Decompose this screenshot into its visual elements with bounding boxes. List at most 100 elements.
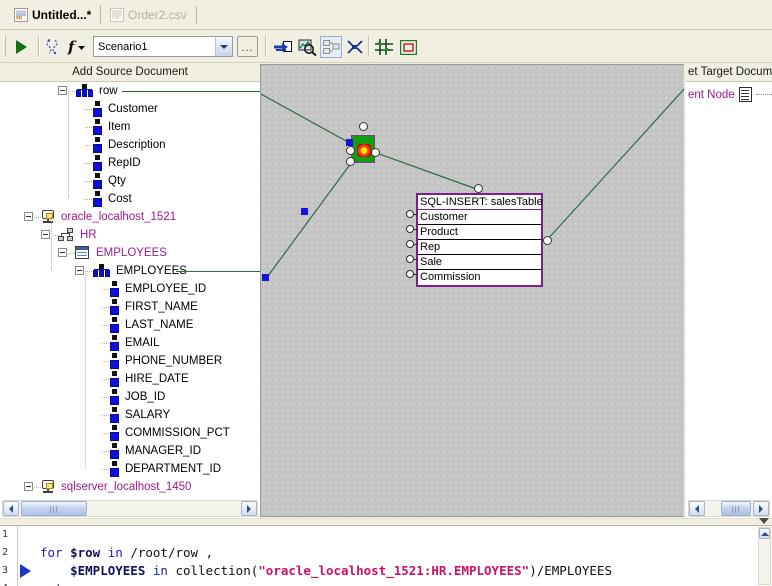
source-tree-hscrollbar[interactable] — [2, 500, 258, 517]
tree-item-customer[interactable]: Customer — [23, 100, 260, 118]
collapse-node-button[interactable] — [344, 36, 366, 58]
tree-item-last-name[interactable]: LAST_NAME — [23, 316, 260, 334]
scenario-browse-button[interactable]: ... — [237, 36, 258, 57]
tree-expander-icon[interactable] — [58, 86, 67, 95]
editor-code-line[interactable]: return — [40, 580, 772, 586]
target-hscroll-thumb[interactable] — [721, 501, 751, 516]
zoom-region-button[interactable] — [397, 36, 419, 58]
link-waypoint-2[interactable] — [262, 274, 269, 281]
tree-item-department-id[interactable]: DEPARTMENT_ID — [23, 460, 260, 478]
tree-item-repid[interactable]: RepID — [23, 154, 260, 172]
editor-line-number: 2 — [2, 544, 16, 562]
tree-item-manager-id[interactable]: MANAGER_ID — [23, 442, 260, 460]
sql-output-port[interactable] — [543, 236, 552, 245]
node-output-port[interactable] — [371, 148, 380, 157]
tree-expander-icon[interactable] — [41, 230, 50, 239]
editor-code-line[interactable] — [40, 526, 772, 544]
inspect-mapping-button[interactable] — [296, 36, 318, 58]
tree-item-email[interactable]: EMAIL — [23, 334, 260, 352]
target-document-node[interactable]: ent Node — [688, 87, 772, 102]
sql-port-sale[interactable] — [406, 255, 414, 263]
sql-field-row[interactable]: Rep — [418, 240, 541, 255]
node-input-port-2[interactable] — [346, 157, 355, 166]
sql-field-row[interactable]: Sale — [418, 255, 541, 270]
hscroll-left-button[interactable] — [3, 501, 19, 516]
target-hscroll-left-button[interactable] — [689, 501, 705, 516]
function-button[interactable]: f — [66, 36, 88, 58]
hscroll-thumb[interactable] — [21, 501, 87, 516]
sql-field-row[interactable]: Product — [418, 225, 541, 240]
element-node-icon — [109, 389, 119, 405]
tree-item-employees[interactable]: EMPLOYEES — [23, 262, 260, 280]
scenario-combo[interactable]: Scenario1 — [93, 36, 233, 57]
sql-port-rep[interactable] — [406, 240, 414, 248]
sql-port-customer[interactable] — [406, 210, 414, 218]
toolbar-grip[interactable] — [3, 35, 6, 57]
sql-field-row[interactable]: Customer — [418, 210, 541, 225]
tree-item-hr[interactable]: HR — [23, 226, 260, 244]
auto-map-button[interactable] — [320, 36, 342, 58]
tree-item-row[interactable]: row — [23, 82, 260, 100]
collapse-down-icon[interactable] — [759, 518, 769, 524]
node-handle-nw[interactable] — [346, 139, 353, 146]
tree-item-job-id[interactable]: JOB_ID — [23, 388, 260, 406]
tab-order2-csv[interactable]: csv Order2.csv — [104, 3, 193, 27]
tree-expander-icon[interactable] — [24, 212, 33, 221]
tree-guide — [102, 343, 109, 344]
sql-port-product[interactable] — [406, 225, 414, 233]
tree-item-hire-date[interactable]: HIRE_DATE — [23, 370, 260, 388]
tree-item-description[interactable]: Description — [23, 136, 260, 154]
tree-item-item[interactable]: Item — [23, 118, 260, 136]
tree-item-label: PHONE_NUMBER — [125, 355, 222, 367]
tree-guide — [34, 487, 41, 488]
editor-splitter[interactable] — [0, 518, 772, 525]
xquery-code-editor[interactable]: 1234 for $row in /root/row , $EMPLOYEES … — [0, 525, 772, 586]
debug-button[interactable] — [42, 36, 64, 58]
source-panel-header[interactable]: Add Source Document — [0, 63, 260, 82]
target-hscroll-right-button[interactable] — [753, 501, 769, 516]
target-panel-header[interactable]: et Target Docume — [686, 63, 772, 82]
tree-item-oracle-localhost-1521[interactable]: oracle_localhost_1521 — [23, 208, 260, 226]
mapping-canvas[interactable]: SQL-INSERT: salesTable Customer Product … — [260, 64, 685, 517]
code-token: /root/row , — [130, 545, 213, 560]
tree-expander-icon[interactable] — [58, 248, 67, 257]
node-input-port-1[interactable] — [346, 146, 355, 155]
tree-item-phone-number[interactable]: PHONE_NUMBER — [23, 352, 260, 370]
code-token: $row — [70, 545, 108, 560]
editor-vscrollbar[interactable] — [758, 527, 771, 585]
tree-item-employee-id[interactable]: EMPLOYEE_ID — [23, 280, 260, 298]
tree-item-commission-pct[interactable]: COMMISSION_PCT — [23, 424, 260, 442]
tab-end-divider — [196, 6, 197, 24]
sql-port-commission[interactable] — [406, 270, 414, 278]
editor-scroll-up-button[interactable] — [759, 528, 770, 539]
code-token: collection( — [175, 563, 258, 578]
hscroll-right-button[interactable] — [241, 501, 257, 516]
insert-node-button[interactable] — [272, 36, 294, 58]
tree-item-salary[interactable]: SALARY — [23, 406, 260, 424]
node-handle-n[interactable] — [359, 122, 368, 131]
tree-item-qty[interactable]: Qty — [23, 172, 260, 190]
sqlbox-top-port[interactable] — [474, 184, 483, 193]
tree-expander-icon[interactable] — [75, 266, 84, 275]
tree-item-cost[interactable]: Cost — [23, 190, 260, 208]
element-node-icon — [92, 137, 102, 153]
hscroll-grip — [50, 506, 58, 513]
tree-item-first-name[interactable]: FIRST_NAME — [23, 298, 260, 316]
tree-item-label: EMPLOYEES — [96, 247, 167, 259]
editor-code-line[interactable]: for $row in /root/row , — [40, 544, 772, 562]
link-waypoint-1[interactable] — [301, 208, 308, 215]
tree-item-sqlserver-localhost-1450[interactable]: sqlserver_localhost_1450 — [23, 478, 260, 496]
document-tab-bar: xq Untitled...* csv Order2.csv — [0, 0, 772, 30]
editor-code-line[interactable]: $EMPLOYEES in collection("oracle_localho… — [40, 562, 772, 580]
element-node-icon — [109, 371, 119, 387]
scenario-combo-arrow[interactable] — [215, 37, 232, 56]
editor-code-lines[interactable]: for $row in /root/row , $EMPLOYEES in co… — [40, 526, 772, 586]
tree-expander-icon[interactable] — [24, 482, 33, 491]
target-tree-hscrollbar[interactable] — [688, 500, 770, 517]
sql-insert-node[interactable]: SQL-INSERT: salesTable Customer Product … — [416, 193, 543, 287]
run-button[interactable] — [10, 36, 32, 58]
sql-field-row[interactable]: Commission — [418, 270, 541, 285]
align-button[interactable] — [373, 36, 395, 58]
tree-item-employees[interactable]: EMPLOYEES — [23, 244, 260, 262]
tab-untitled[interactable]: xq Untitled...* — [8, 3, 97, 27]
